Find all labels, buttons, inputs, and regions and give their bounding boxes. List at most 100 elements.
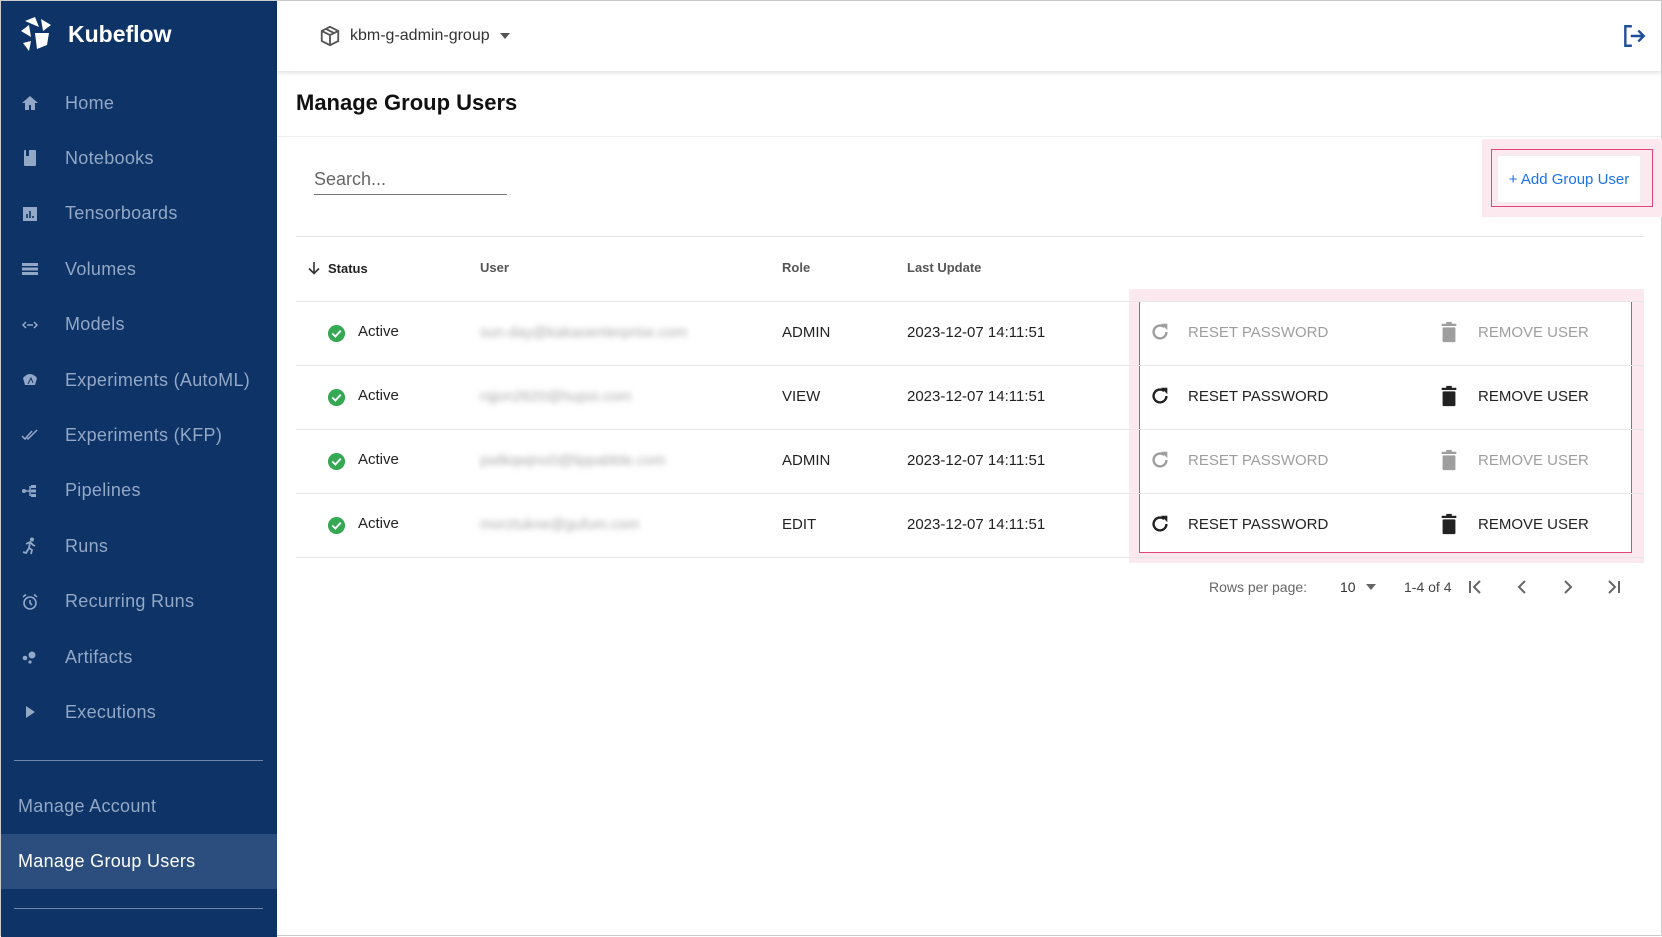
remove-user-button[interactable]: REMOVE USER <box>1438 513 1589 535</box>
reset-password-label: RESET PASSWORD <box>1188 387 1329 405</box>
sidebar-item-manage-group-users[interactable]: Manage Group Users <box>1 834 277 889</box>
sidebar-item-artifacts[interactable]: Artifacts <box>1 632 277 682</box>
role-text: EDIT <box>782 516 817 533</box>
namespace-name: kbm-g-admin-group <box>350 27 490 44</box>
first-page-icon[interactable] <box>1465 577 1485 597</box>
remove-user-button[interactable]: REMOVE USER <box>1438 449 1589 471</box>
role-text: ADMIN <box>782 452 831 469</box>
arrow-down-icon <box>308 262 320 275</box>
sidebar-item-experiments-kfp[interactable]: Experiments (KFP) <box>1 410 277 460</box>
app-name: Kubeflow <box>68 20 172 47</box>
user-email: rqjon2620@hupoi.com <box>480 388 632 405</box>
reset-password-button[interactable]: RESET PASSWORD <box>1149 385 1328 407</box>
sidebar-item-home[interactable]: Home <box>1 78 277 128</box>
user-email: pwlkqwjno0@lippabble.com <box>480 452 666 469</box>
trash-icon <box>1441 321 1457 343</box>
row-divider <box>296 301 1644 302</box>
reset-password-button[interactable]: RESET PASSWORD <box>1149 321 1328 343</box>
header-last-update[interactable]: Last Update <box>907 260 981 275</box>
page-title: Manage Group Users <box>296 90 518 115</box>
last-update-text: 2023-12-07 14:11:51 <box>907 516 1046 533</box>
status-text: Active <box>358 323 399 340</box>
remove-user-button[interactable]: REMOVE USER <box>1438 385 1589 407</box>
next-page-icon[interactable] <box>1558 577 1578 597</box>
header-user[interactable]: User <box>480 260 509 275</box>
remove-user-label: REMOVE USER <box>1478 451 1589 469</box>
sidebar-item-notebooks[interactable]: Notebooks <box>1 133 277 183</box>
refresh-icon <box>1152 387 1168 404</box>
check-circle-icon <box>327 516 346 535</box>
automl-icon <box>19 370 41 390</box>
rows-per-page-select[interactable]: 10 <box>1340 579 1378 595</box>
last-update-text: 2023-12-07 14:11:51 <box>907 388 1046 405</box>
sidebar-divider <box>14 908 263 909</box>
header-role[interactable]: Role <box>782 260 810 275</box>
prev-page-icon[interactable] <box>1512 577 1532 597</box>
check-circle-icon <box>327 324 346 343</box>
sidebar-item-label: Experiments (KFP) <box>65 424 223 445</box>
role-text: ADMIN <box>782 324 831 341</box>
status-text: Active <box>358 387 399 404</box>
sidebar-item-executions[interactable]: Executions <box>1 687 277 737</box>
sidebar-item-models[interactable]: Models <box>1 300 277 350</box>
sidebar-divider <box>14 760 263 761</box>
box-icon <box>320 25 340 47</box>
sidebar-item-experiments-automl[interactable]: Experiments (AutoML) <box>1 355 277 405</box>
last-update-text: 2023-12-07 14:11:51 <box>907 452 1046 469</box>
trash-icon <box>1441 385 1457 407</box>
user-email: morztukne@gufum.com <box>480 516 640 533</box>
logout-icon[interactable] <box>1621 23 1647 49</box>
sidebar-item-label: Runs <box>65 535 109 556</box>
sidebar-item-label: Artifacts <box>65 646 133 667</box>
trash-icon <box>1441 449 1457 471</box>
row-divider <box>296 365 1644 366</box>
sidebar-item-label: Recurring Runs <box>65 591 195 612</box>
refresh-icon <box>1152 323 1168 340</box>
row-divider <box>296 429 1644 430</box>
add-group-user-button[interactable]: + Add Group User <box>1497 155 1641 203</box>
chart-icon <box>19 204 41 224</box>
status-text: Active <box>358 515 399 532</box>
rows-per-page-value: 10 <box>1340 579 1356 595</box>
sidebar: Kubeflow Home Notebooks Tensorboards Volume… <box>1 1 277 937</box>
header-status[interactable]: Status <box>306 260 368 276</box>
check-circle-icon <box>327 388 346 407</box>
sidebar-item-label: Pipelines <box>65 480 141 501</box>
remove-user-label: REMOVE USER <box>1478 515 1589 533</box>
refresh-icon <box>1152 515 1168 532</box>
sidebar-item-tensorboards[interactable]: Tensorboards <box>1 189 277 239</box>
reset-password-button[interactable]: RESET PASSWORD <box>1149 449 1328 471</box>
top-bar: kbm-g-admin-group <box>277 1 1661 71</box>
last-update-text: 2023-12-07 14:11:51 <box>907 324 1046 341</box>
sidebar-item-pipelines[interactable]: Pipelines <box>1 466 277 516</box>
bubbles-icon <box>19 647 41 667</box>
code-arrows-icon <box>19 315 41 335</box>
sidebar-item-volumes[interactable]: Volumes <box>1 244 277 294</box>
remove-user-button[interactable]: REMOVE USER <box>1438 321 1589 343</box>
kubeflow-logo-icon <box>21 17 51 51</box>
title-divider <box>277 136 1661 137</box>
sidebar-item-recurring-runs[interactable]: Recurring Runs <box>1 577 277 627</box>
header-status-label: Status <box>328 260 368 276</box>
namespace-selector[interactable]: kbm-g-admin-group <box>319 25 512 47</box>
sidebar-item-label: Volumes <box>65 258 137 279</box>
row-divider <box>296 493 1644 494</box>
rows-per-page-label: Rows per page: <box>1209 579 1308 595</box>
check-circle-icon <box>327 452 346 471</box>
reset-password-label: RESET PASSWORD <box>1188 515 1329 533</box>
reset-password-button[interactable]: RESET PASSWORD <box>1149 513 1328 535</box>
last-page-icon[interactable] <box>1604 577 1624 597</box>
row-divider <box>296 557 1644 558</box>
refresh-icon <box>1152 451 1168 468</box>
sidebar-item-runs[interactable]: Runs <box>1 521 277 571</box>
run-icon <box>19 536 41 556</box>
role-text: VIEW <box>782 388 821 405</box>
search-input[interactable] <box>314 165 507 195</box>
sidebar-item-label: Models <box>65 314 125 335</box>
remove-user-label: REMOVE USER <box>1478 323 1589 341</box>
play-icon <box>19 702 41 722</box>
sidebar-item-label: Home <box>65 92 115 113</box>
user-email: sun.day@kakaoenterprise.com <box>480 324 687 341</box>
kubeflow-logo[interactable]: Kubeflow <box>19 15 172 53</box>
sidebar-item-manage-account[interactable]: Manage Account <box>1 779 277 834</box>
